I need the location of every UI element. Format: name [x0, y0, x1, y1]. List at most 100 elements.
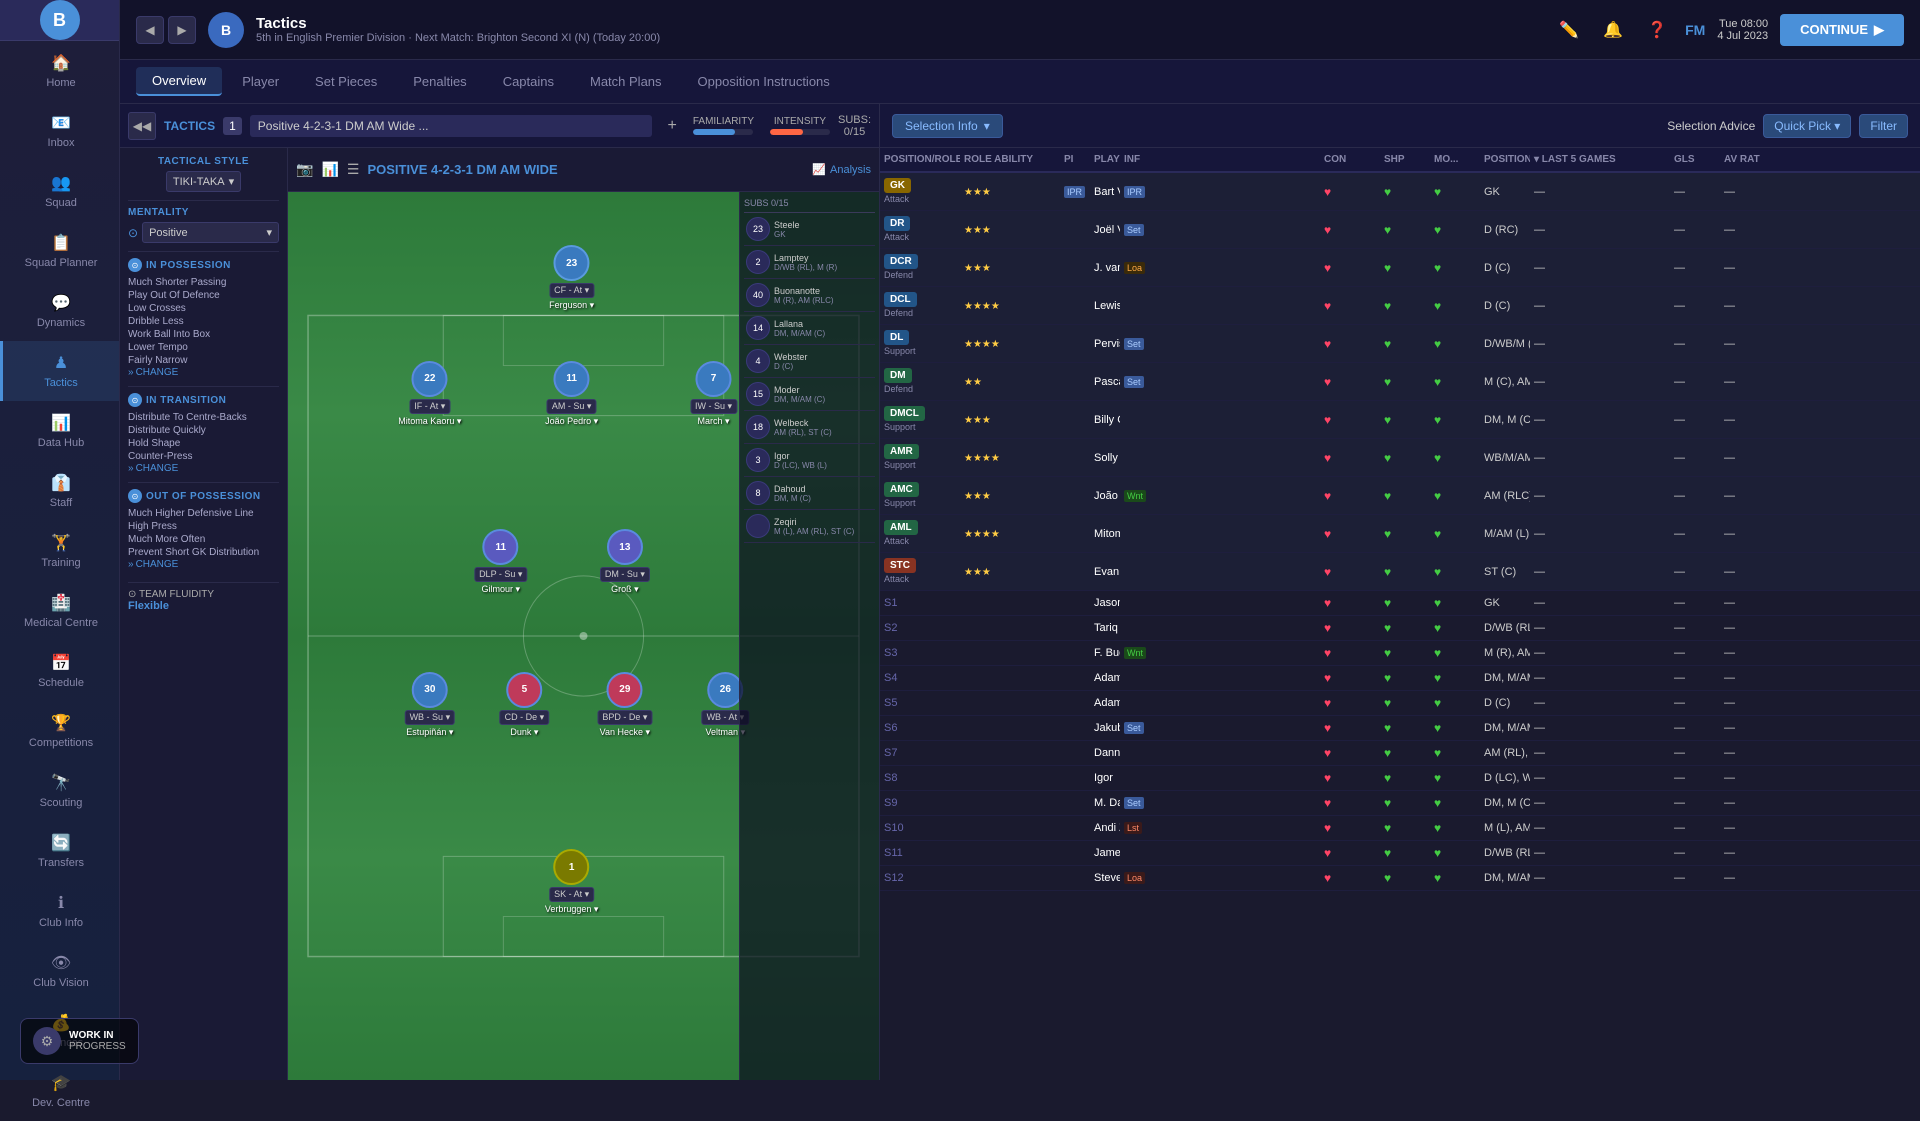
possession-change-button[interactable]: » CHANGE	[128, 367, 279, 378]
sidebar-item-squad[interactable]: 👥 Squad	[0, 161, 119, 221]
tactical-style-dropdown[interactable]: TIKI-TAKA ▾	[166, 171, 241, 192]
formation-name[interactable]: Positive 4-2-3-1 DM AM Wide ...	[250, 115, 652, 137]
table-row[interactable]: S8 Igor ♥ ♥ ♥ D (LC), WB (L) — — —	[880, 766, 1920, 791]
table-row[interactable]: GKAttack ★★★ IPR Bart Verbruggen IPR ♥ ♥…	[880, 173, 1920, 211]
sidebar-item-competitions[interactable]: 🏆 Competitions	[0, 701, 119, 761]
table-row[interactable]: DRAttack ★★★ Joël Veltman Set ♥ ♥ ♥ D (R…	[880, 211, 1920, 249]
sub-zeqiri[interactable]: Zeqiri M (L), AM (RL), ST (C)	[744, 510, 875, 543]
table-row[interactable]: DCLDefend ★★★★ Lewis Dunk ♥ ♥ ♥ D (C) — …	[880, 287, 1920, 325]
sub-igor[interactable]: 3 Igor D (LC), WB (L)	[744, 444, 875, 477]
table-row[interactable]: S10 Andi Zeqiri Lst ♥ ♥ ♥ M (L), AM (RL)…	[880, 816, 1920, 841]
formation-photo-icon[interactable]: 📷	[296, 161, 313, 178]
tab-set-pieces[interactable]: Set Pieces	[299, 68, 393, 95]
player-if[interactable]: 22 IF - At ▾ Mitoma Kaoru ▾	[398, 361, 461, 427]
player-cf[interactable]: 23 CF - At ▾ Ferguson ▾	[549, 245, 594, 311]
tab-captains[interactable]: Captains	[487, 68, 570, 95]
sidebar-item-dynamics[interactable]: 💬 Dynamics	[0, 281, 119, 341]
transition-change-button[interactable]: » CHANGE	[128, 463, 279, 474]
table-row[interactable]: S12 Steven Alzate Loa ♥ ♥ ♥ DM, M/AM (C)…	[880, 866, 1920, 891]
club-logo[interactable]: B	[40, 0, 80, 40]
possession-item-1: Much Shorter Passing	[128, 276, 279, 289]
formation-title[interactable]: POSITIVE 4-2-3-1 DM AM WIDE	[367, 162, 557, 177]
continue-button[interactable]: CONTINUE ▶	[1780, 14, 1904, 46]
sidebar-item-inbox[interactable]: 📧 Inbox	[0, 101, 119, 161]
back-button[interactable]: ◀	[136, 16, 164, 44]
sidebar-item-home[interactable]: 🏠 Home	[0, 41, 119, 101]
selection-info-button[interactable]: Selection Info ▾	[892, 114, 1003, 138]
possession-item-4: Dribble Less	[128, 315, 279, 328]
table-row[interactable]: S3 F. Buonanotte Wnt ♥ ♥ ♥ M (R), AM (RL…	[880, 641, 1920, 666]
table-row[interactable]: AMRSupport ★★★★ Solly March ♥ ♥ ♥ WB/M/A…	[880, 439, 1920, 477]
sub-steele[interactable]: 23 Steele GK	[744, 213, 875, 246]
table-row[interactable]: S2 Tariq Lamptey ♥ ♥ ♥ D/WB (RL), M (R) …	[880, 616, 1920, 641]
sidebar-item-squad-planner[interactable]: 📋 Squad Planner	[0, 221, 119, 281]
table-row[interactable]: DLSupport ★★★★ Pervis Estupiñán Set ♥ ♥ …	[880, 325, 1920, 363]
sidebar-item-tactics[interactable]: ♟ Tactics	[0, 341, 119, 401]
competitions-icon: 🏆	[51, 713, 71, 733]
formation-header: 📷 📊 ☰ POSITIVE 4-2-3-1 DM AM WIDE 📈 Anal…	[288, 148, 879, 192]
sidebar-item-schedule[interactable]: 📅 Schedule	[0, 641, 119, 701]
content-area: ◀◀ TACTICS 1 Positive 4-2-3-1 DM AM Wide…	[120, 104, 1920, 1080]
selection-advice-button[interactable]: Selection Advice	[1667, 119, 1755, 133]
quick-pick-button[interactable]: Quick Pick ▾	[1763, 114, 1851, 138]
sub-lallana[interactable]: 14 Lallana DM, M/AM (C)	[744, 312, 875, 345]
player-sk[interactable]: 1 SK - At ▾ Verbruggen ▾	[545, 849, 599, 915]
sub-dahoud[interactable]: 8 Dahoud DM, M (C)	[744, 477, 875, 510]
sidebar-item-dev-centre[interactable]: 🎓 Dev. Centre	[0, 1061, 119, 1121]
player-iw-r[interactable]: 7 IW - Su ▾ March ▾	[690, 361, 737, 427]
help-icon[interactable]: ❓	[1641, 14, 1673, 46]
table-row[interactable]: STCAttack ★★★ Evan Ferguson ♥ ♥ ♥ ST (C)…	[880, 553, 1920, 591]
analysis-button[interactable]: 📈 Analysis	[812, 163, 871, 176]
tab-overview[interactable]: Overview	[136, 67, 222, 96]
table-row[interactable]: DMDefend ★★ Pascal Groß Set ♥ ♥ ♥ M (C),…	[880, 363, 1920, 401]
add-tactic-button[interactable]: +	[660, 117, 685, 135]
sidebar-item-training[interactable]: 🏋 Training	[0, 521, 119, 581]
tab-player[interactable]: Player	[226, 68, 295, 95]
fm-logo: FM	[1685, 22, 1705, 38]
mentality-dropdown[interactable]: Positive ▾	[142, 222, 279, 243]
sub-welbeck[interactable]: 18 Welbeck AM (RL), ST (C)	[744, 411, 875, 444]
table-row[interactable]: DMCLSupport ★★★ Billy Gilmour ♥ ♥ ♥ DM, …	[880, 401, 1920, 439]
oop-change-button[interactable]: » CHANGE	[128, 559, 279, 570]
tab-penalties[interactable]: Penalties	[397, 68, 482, 95]
player-dlp[interactable]: 11 DLP - Su ▾ Gilmour ▾	[474, 529, 527, 595]
player-wb-l[interactable]: 30 WB - Su ▾ Estupiñán ▾	[405, 672, 456, 738]
sidebar-item-data-hub[interactable]: 📊 Data Hub	[0, 401, 119, 461]
sub-lamptey[interactable]: 2 Lamptey D/WB (RL), M (R)	[744, 246, 875, 279]
player-cd[interactable]: 5 CD - De ▾ Dunk ▾	[500, 672, 550, 738]
tab-match-plans[interactable]: Match Plans	[574, 68, 678, 95]
table-row[interactable]: DCRDefend ★★★ J. van Hecke Loa ♥ ♥ ♥ D (…	[880, 249, 1920, 287]
player-dm[interactable]: 13 DM - Su ▾ Groß ▾	[600, 529, 650, 595]
sidebar-item-scouting[interactable]: 🔭 Scouting	[0, 761, 119, 821]
table-row[interactable]: S9 M. Dahoud Set ♥ ♥ ♥ DM, M (C) — — —	[880, 791, 1920, 816]
sidebar-item-transfers[interactable]: 🔄 Transfers	[0, 821, 119, 881]
notifications-icon[interactable]: 🔔	[1597, 14, 1629, 46]
formation-list-icon[interactable]: ☰	[347, 161, 360, 178]
transition-icon: ⊙	[128, 393, 142, 407]
player-am[interactable]: 11 AM - Su ▾ João Pedro ▾	[545, 361, 598, 427]
sidebar-item-staff[interactable]: 👔 Staff	[0, 461, 119, 521]
table-row[interactable]: S1 Jason Steele ♥ ♥ ♥ GK — — —	[880, 591, 1920, 616]
table-row[interactable]: S11 James Milner ♥ ♥ ♥ D/WB (RL), DM, M …	[880, 841, 1920, 866]
table-row[interactable]: S7 Danny Welbeck ♥ ♥ ♥ AM (RL), ST (C) —…	[880, 741, 1920, 766]
sidebar-item-club-vision[interactable]: 👁 Club Vision	[0, 941, 119, 1001]
table-row[interactable]: AMCSupport ★★★ João Pedro Wnt ♥ ♥ ♥ AM (…	[880, 477, 1920, 515]
tab-opposition-instructions[interactable]: Opposition Instructions	[682, 68, 846, 95]
tactics-collapse-button[interactable]: ◀◀	[128, 112, 156, 140]
edit-icon[interactable]: ✏️	[1553, 14, 1585, 46]
table-row[interactable]: AMLAttack ★★★★ Mitoma Kaoru ♥ ♥ ♥ M/AM (…	[880, 515, 1920, 553]
player-bpd-r[interactable]: 29 BPD - De ▾ Van Hecke ▾	[597, 672, 652, 738]
transition-items: Distribute To Centre-Backs Distribute Qu…	[128, 411, 279, 463]
filter-button[interactable]: Filter	[1859, 114, 1908, 138]
forward-button[interactable]: ▶	[168, 16, 196, 44]
sub-buonanotte[interactable]: 40 Buonanotte M (R), AM (RLC)	[744, 279, 875, 312]
sidebar-item-club-info[interactable]: ℹ Club Info	[0, 881, 119, 941]
sidebar-item-medical[interactable]: 🏥 Medical Centre	[0, 581, 119, 641]
oop-icon: ⊙	[128, 489, 142, 503]
table-row[interactable]: S4 Adam Lallana ♥ ♥ ♥ DM, M/AM (C) — — —	[880, 666, 1920, 691]
table-row[interactable]: S5 Adam Webster ♥ ♥ ♥ D (C) — — —	[880, 691, 1920, 716]
sub-webster[interactable]: 4 Webster D (C)	[744, 345, 875, 378]
sub-moder[interactable]: 15 Moder DM, M/AM (C)	[744, 378, 875, 411]
formation-chart-icon[interactable]: 📊	[321, 161, 338, 178]
table-row[interactable]: S6 Jakub Moder Set ♥ ♥ ♥ DM, M/AM (C) — …	[880, 716, 1920, 741]
